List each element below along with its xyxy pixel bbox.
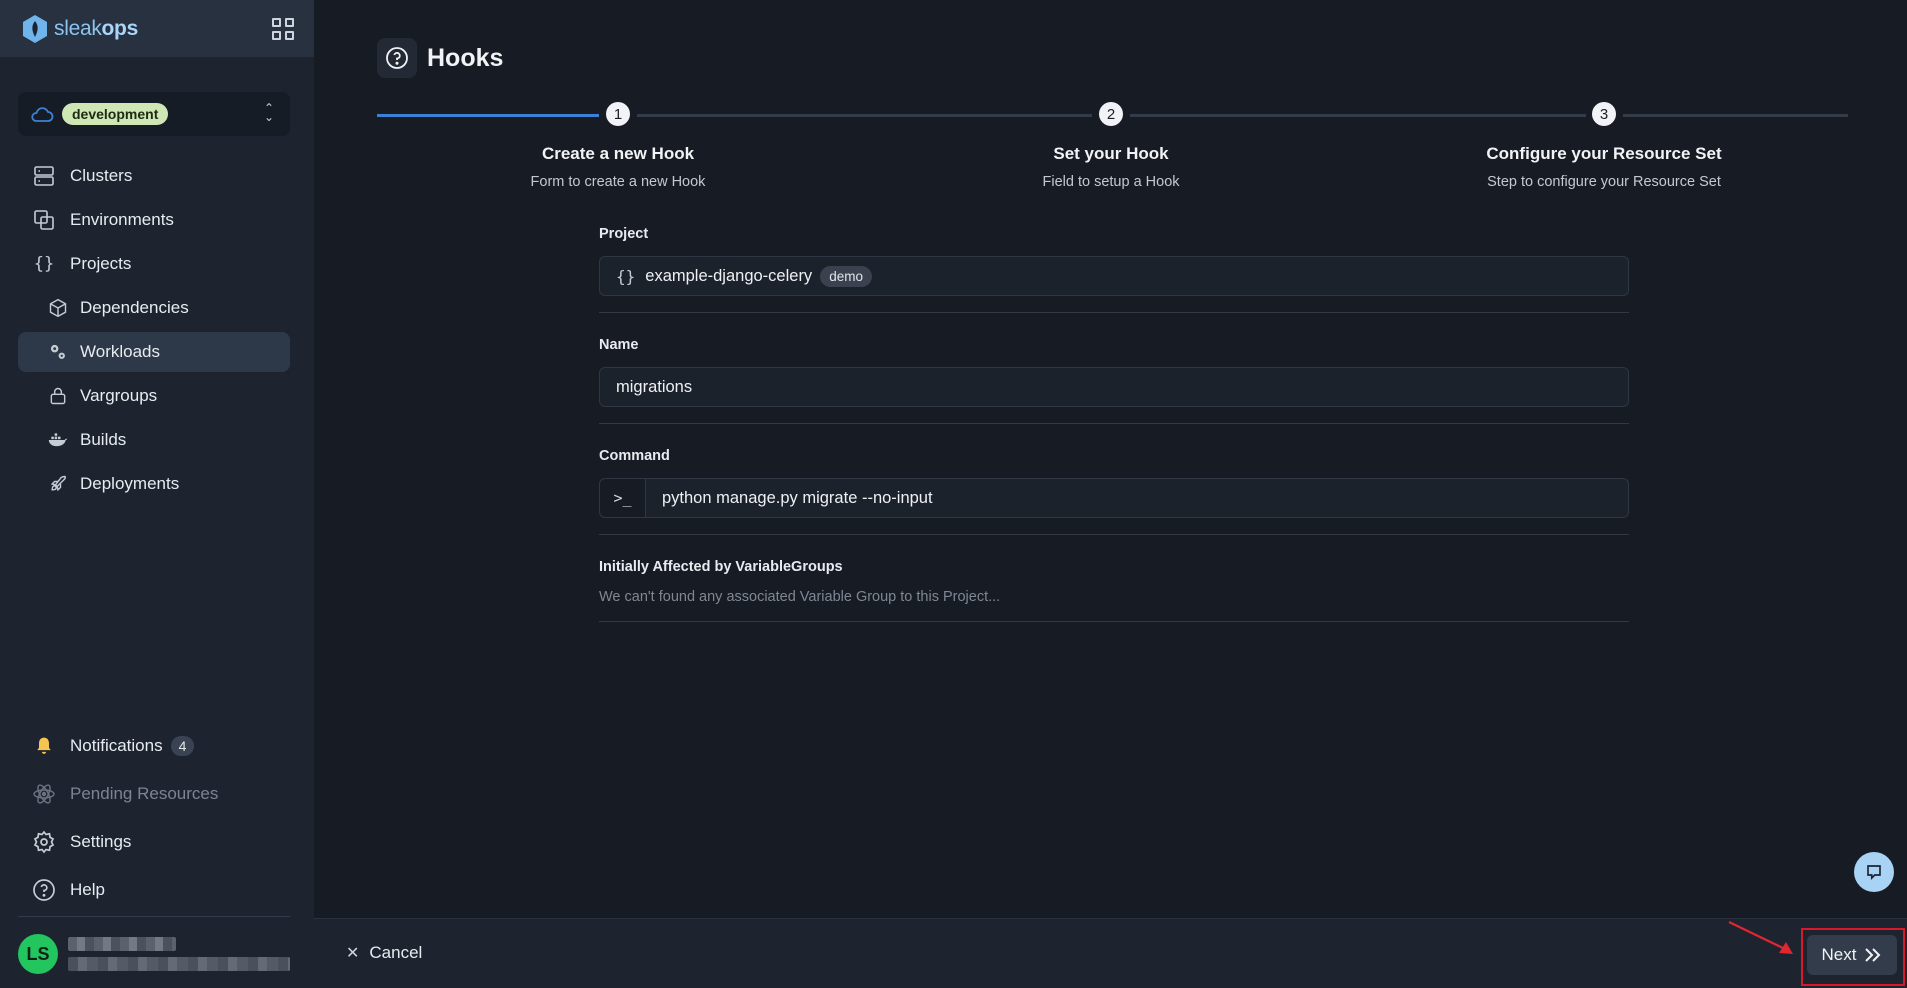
sidebar-item-builds[interactable]: Builds [18,420,290,460]
sidebar-item-vargroups[interactable]: Vargroups [18,376,290,416]
project-label: Project [599,226,649,242]
sidebar-item-projects[interactable]: {} Projects [18,244,290,284]
copy-icon [32,208,56,232]
step-3-subtitle: Step to configure your Resource Set [1487,174,1721,190]
sidebar-item-label: Clusters [70,166,133,185]
next-label: Next [1821,945,1857,964]
step-1-number[interactable]: 1 [606,102,630,126]
rocket-icon [48,474,68,494]
step-track [1130,114,1586,117]
apps-grid-icon[interactable] [272,17,294,40]
step-track [1623,114,1848,117]
brand-name: sleakops [54,16,138,40]
command-label: Command [599,448,670,464]
notification-count-badge: 4 [170,736,195,756]
sidebar-divider [18,916,290,917]
stepper: 1 2 3 Create a new Hook Form to create a… [377,100,1848,200]
braces-icon: {} [33,254,55,274]
step-1-subtitle: Form to create a new Hook [530,174,706,190]
divider [599,312,1629,313]
project-value: example-django-celery [645,266,813,285]
project-field[interactable]: {} example-django-celery demo [599,256,1629,296]
avatar: LS [18,934,58,974]
chat-icon [1867,865,1881,880]
sidebar-item-dependencies[interactable]: Dependencies [18,288,290,328]
main-content: Hooks 1 2 3 Create a new Hook Form to cr… [314,0,1907,918]
logo[interactable]: sleakops [20,13,138,45]
vargroups-empty-message: We can't found any associated Variable G… [599,589,1001,605]
step-1-title: Create a new Hook [541,144,695,163]
sidebar-item-label: Notifications [70,736,163,755]
terminal-icon: >_ [599,478,645,518]
sidebar: sleakops development ⌃ ⌄ Clusters Environ… [0,0,314,988]
sidebar-item-label: Pending Resources [70,784,219,803]
hook-form: Project {} example-django-celery demo Na… [599,226,1629,646]
sidebar-item-deployments[interactable]: Deployments [18,464,290,504]
sidebar-item-label: Projects [70,254,132,273]
sidebar-item-label: Vargroups [80,386,158,405]
sidebar-header: sleakops [0,0,314,57]
name-input[interactable]: migrations [599,367,1629,407]
name-label: Name [599,337,639,353]
cloud-icon [31,107,54,122]
gears-icon [48,342,68,362]
vargroups-label: Initially Affected by VariableGroups [599,559,843,575]
sidebar-item-settings[interactable]: Settings [18,820,290,864]
cancel-label: Cancel [369,943,423,962]
step-3-number[interactable]: 3 [1592,102,1616,126]
environment-selector[interactable]: development ⌃ ⌄ [18,92,290,136]
lock-icon [48,386,68,406]
wizard-footer: ✕ Cancel Next [314,918,1907,988]
sidebar-item-workloads[interactable]: Workloads [18,332,290,372]
chat-button[interactable] [1854,852,1894,892]
main-nav: Clusters Environments {} Projects Depend… [18,156,290,508]
sidebar-bottom-nav: Notifications 4 Pending Resources Settin… [18,724,290,916]
command-field: >_ python manage.py migrate --no-input [599,478,1629,518]
help-circle-icon [32,878,56,902]
sidebar-item-help[interactable]: Help [18,868,290,912]
page-title: Hooks [427,43,504,72]
sidebar-item-label: Builds [80,430,127,449]
page-header: Hooks [377,38,503,78]
sidebar-item-pending-resources[interactable]: Pending Resources [18,772,290,816]
step-3-title: Configure your Resource Set [1486,144,1722,163]
atom-icon [32,782,56,806]
sidebar-item-label: Help [70,880,105,899]
step-track-done [377,114,599,117]
sidebar-item-label: Settings [70,832,132,851]
user-profile[interactable]: LS [18,934,290,974]
sidebar-item-environments[interactable]: Environments [18,200,290,240]
sidebar-item-clusters[interactable]: Clusters [18,156,290,196]
step-2-number[interactable]: 2 [1099,102,1123,126]
step-2-subtitle: Field to setup a Hook [1042,174,1180,190]
server-icon [32,164,56,188]
sidebar-item-label: Workloads [80,342,160,361]
sidebar-item-label: Environments [70,210,174,229]
cancel-button[interactable]: ✕ Cancel [346,943,422,963]
close-icon: ✕ [346,945,360,962]
bell-icon [32,734,56,758]
step-track [637,114,1092,117]
docker-icon [48,430,68,450]
sidebar-item-label: Dependencies [80,298,189,317]
project-badge: demo [820,265,872,287]
command-input[interactable]: python manage.py migrate --no-input [645,478,1629,518]
annotation-arrow-icon [1728,921,1793,954]
environment-badge: development [62,103,169,125]
sidebar-item-label: Deployments [80,474,180,493]
divider [599,423,1629,424]
gear-icon [32,830,56,854]
step-2-title: Set your Hook [1053,144,1169,163]
next-button[interactable]: Next [1807,935,1897,975]
divider [599,621,1629,622]
question-circle-icon [377,38,417,78]
braces-icon: {} [616,266,636,286]
chevron-updown-icon: ⌃ ⌄ [263,101,274,124]
double-chevron-right-icon [1865,948,1881,962]
sidebar-item-notifications[interactable]: Notifications 4 [18,724,290,768]
user-info-redacted [68,937,290,971]
sleakops-logo-icon [23,14,47,43]
cube-icon [48,298,68,318]
divider [599,534,1629,535]
